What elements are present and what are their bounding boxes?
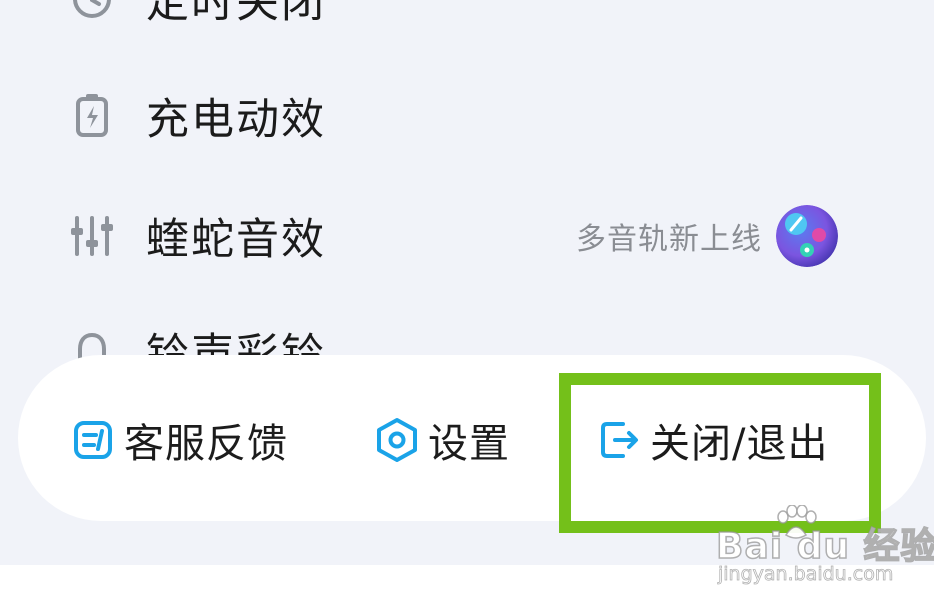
feedback-icon <box>70 417 116 463</box>
settings-label: 设置 <box>428 421 510 467</box>
feedback-label: 客服反馈 <box>124 421 288 467</box>
battery-charging-icon <box>68 92 116 140</box>
menu-item-label: 充电动效 <box>146 95 326 145</box>
equalizer-icon <box>68 212 116 260</box>
footer-strip <box>0 565 934 607</box>
feedback-button[interactable]: 客服反馈 <box>70 405 288 475</box>
settings-hexagon-icon <box>374 417 420 463</box>
menu-item-charging-effect[interactable]: 充电动效 <box>0 71 934 161</box>
menu-item-viper-sound[interactable]: 蝰蛇音效 多音轨新上线 <box>0 191 934 281</box>
settings-button[interactable]: 设置 <box>374 405 510 475</box>
promo-avatar-icon <box>776 205 838 267</box>
new-feature-hint: 多音轨新上线 <box>576 222 762 257</box>
menu-item-label: 蝰蛇音效 <box>146 215 326 265</box>
menu-item-label: 定时关闭 <box>146 0 326 28</box>
menu-item-sleep-timer[interactable]: 定时关闭 <box>0 0 934 44</box>
clock-icon <box>68 0 116 23</box>
highlight-annotation-box <box>559 373 881 533</box>
